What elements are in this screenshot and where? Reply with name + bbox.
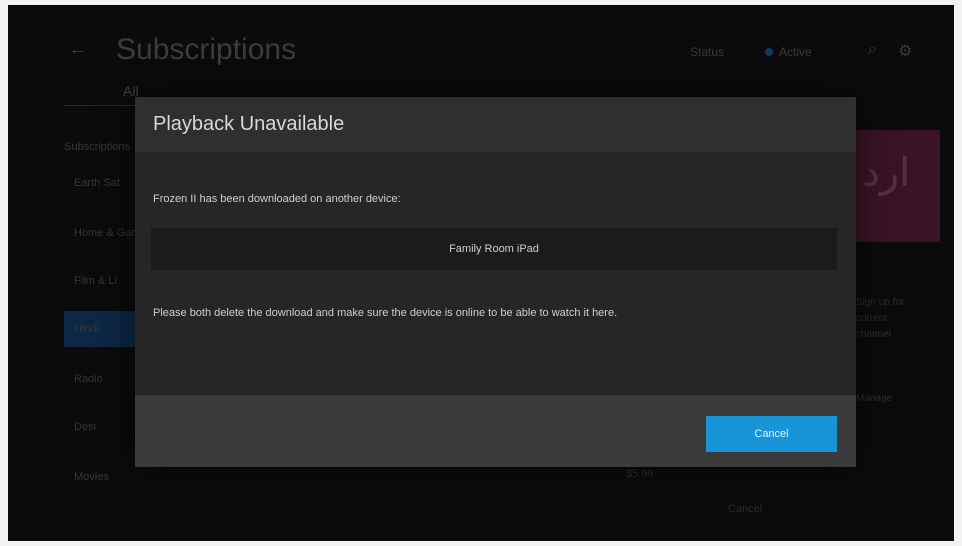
dialog-body: Frozen II has been downloaded on another…: [135, 152, 856, 395]
side-text: Manage: [856, 393, 893, 404]
status-label: Status: [690, 45, 725, 59]
status-dot-icon: [765, 48, 773, 56]
price-text: $5.99: [626, 468, 654, 480]
list-item: Cancel: [728, 503, 763, 515]
cancel-button[interactable]: Cancel: [706, 416, 837, 452]
playback-unavailable-dialog: Playback Unavailable Frozen II has been …: [135, 97, 856, 467]
background-header: ← Subscriptions Status Active ⌕ ⚙ All: [8, 5, 954, 106]
tv-screen: ← Subscriptions Status Active ⌕ ⚙ All Su…: [8, 5, 954, 541]
device-name: Family Room iPad: [449, 243, 539, 255]
artwork-text: ارد: [862, 150, 911, 196]
list-item: Radio: [74, 373, 103, 385]
dialog-title: Playback Unavailable: [153, 113, 345, 135]
settings-icon: ⚙: [898, 43, 913, 60]
dialog-instructions: Please both delete the download and make…: [153, 307, 618, 319]
device-name-box: Family Room iPad: [151, 228, 837, 270]
back-arrow-icon: ←: [68, 38, 88, 60]
side-text: Sign up for: [856, 297, 905, 308]
side-text: current: [856, 313, 888, 324]
section-label: Subscriptions: [64, 141, 131, 153]
side-text: channel: [856, 329, 892, 340]
list-item: Hindi: [64, 311, 144, 347]
list-item: Desi: [74, 421, 97, 433]
list-item: Film & Li: [74, 275, 117, 287]
status-value: Active: [779, 45, 812, 59]
list-item: Earth Sat: [74, 177, 120, 189]
channel-artwork: ارد: [848, 130, 940, 242]
background-title: Subscriptions: [116, 33, 297, 66]
search-icon: ⌕: [868, 41, 877, 58]
list-item: Home & Gar: [74, 227, 136, 239]
dialog-footer: Cancel: [135, 395, 856, 467]
dialog-message: Frozen II has been downloaded on another…: [153, 193, 401, 205]
list-item: Movies: [74, 471, 109, 483]
dialog-header: Playback Unavailable: [135, 97, 856, 152]
